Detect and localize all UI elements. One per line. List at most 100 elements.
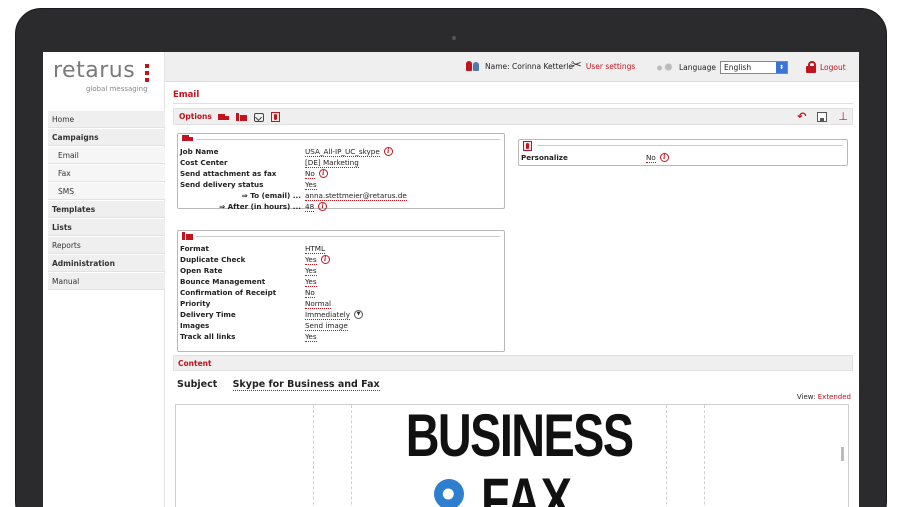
setting-label: Format bbox=[180, 244, 209, 253]
setting-label: Send attachment as fax bbox=[180, 169, 277, 178]
logo-text: retarus bbox=[53, 58, 136, 83]
sidebar-item-sms[interactable]: SMS bbox=[48, 183, 165, 200]
language-label: Language bbox=[679, 63, 717, 72]
info-icon[interactable]: i bbox=[320, 255, 330, 264]
setting-row: Bounce Management Yes bbox=[180, 276, 500, 287]
setting-label: Priority bbox=[180, 299, 211, 308]
email-preview[interactable]: BUSINESS FAX bbox=[175, 404, 849, 507]
setting-label: Send delivery status bbox=[180, 180, 264, 189]
setting-value[interactable]: Yes bbox=[305, 332, 317, 342]
camera-dot bbox=[452, 36, 456, 40]
setting-label: Job Name bbox=[180, 147, 219, 156]
job-settings-box: Job Name USA_All-IP_UC_skype i Cost Center [… bbox=[177, 133, 505, 212]
fax-icon[interactable] bbox=[236, 113, 247, 121]
sidebar: retarus global messaging Home Campaigns Em… bbox=[43, 52, 165, 507]
info-icon[interactable]: i bbox=[318, 169, 328, 178]
undo-icon[interactable]: ↶ bbox=[797, 111, 806, 122]
content-label[interactable]: Content bbox=[178, 359, 212, 368]
dropdown-icon[interactable]: ▼ bbox=[354, 310, 363, 319]
setting-label: ⇒ To (email) ... bbox=[241, 191, 301, 200]
globe-icon bbox=[653, 62, 675, 73]
tools-icon: ✂ bbox=[571, 58, 582, 73]
location-pin-icon bbox=[427, 472, 471, 507]
setting-value[interactable]: Yes bbox=[305, 266, 317, 276]
language-select[interactable]: English ⬍ bbox=[720, 61, 789, 74]
scrollbar-thumb[interactable] bbox=[841, 447, 844, 461]
setting-value[interactable]: USA_All-IP_UC_skype bbox=[305, 147, 380, 157]
logo-dots bbox=[145, 64, 150, 85]
subject-line: Subject Skype for Business and Fax bbox=[177, 379, 380, 391]
page-title: Email bbox=[173, 90, 853, 104]
view-value[interactable]: Extended bbox=[818, 393, 851, 401]
setting-row: Duplicate Check Yes i bbox=[180, 254, 500, 265]
setting-value[interactable]: Normal bbox=[305, 299, 332, 309]
setting-value[interactable]: Yes bbox=[305, 255, 317, 265]
pin-icon[interactable]: ⊥ bbox=[838, 111, 848, 122]
view-toggle: View: Extended bbox=[797, 393, 851, 401]
setting-label: Confirmation of Receipt bbox=[180, 288, 277, 297]
setting-label: ⇒ After (in hours) ... bbox=[219, 202, 301, 211]
preview-headline-2: FAX bbox=[481, 466, 573, 507]
open-mail-icon[interactable] bbox=[254, 112, 264, 122]
setting-row: Priority Normal bbox=[180, 298, 500, 309]
setting-row: Send attachment as fax No i bbox=[180, 168, 500, 179]
sidebar-item-reports[interactable]: Reports bbox=[48, 237, 165, 254]
info-icon[interactable]: i bbox=[318, 202, 328, 211]
language-value: English bbox=[724, 63, 752, 72]
info-icon[interactable]: i bbox=[383, 147, 393, 156]
sidebar-nav: Home Campaigns Email Fax SMS Templates Lists Re… bbox=[48, 111, 165, 291]
save-icon[interactable] bbox=[817, 112, 828, 122]
personalize-icon[interactable] bbox=[271, 112, 280, 122]
setting-value[interactable]: No bbox=[305, 169, 315, 179]
subject-value[interactable]: Skype for Business and Fax bbox=[232, 379, 380, 391]
setting-row: Send delivery status Yes bbox=[180, 179, 500, 190]
setting-row: ⇒ To (email) ... anna.stettmeier@retarus.… bbox=[180, 190, 500, 201]
setting-label: Track all links bbox=[180, 332, 236, 341]
user-name: Name: Corinna Ketterle bbox=[485, 61, 573, 71]
sidebar-item-manual[interactable]: Manual bbox=[48, 273, 165, 290]
user-name-group: Name: Corinna Ketterle bbox=[465, 61, 573, 71]
logo-subtitle: global messaging bbox=[86, 85, 148, 93]
setting-value[interactable]: Send image bbox=[305, 321, 348, 331]
preview-headline: BUSINESS bbox=[405, 404, 634, 469]
sidebar-item-campaigns[interactable]: Campaigns bbox=[48, 129, 165, 146]
content-bar: Content bbox=[173, 355, 853, 371]
subject-label: Subject bbox=[177, 379, 218, 390]
personalize-value[interactable]: No bbox=[646, 153, 656, 163]
setting-row: ⇒ After (in hours) ... 48 i bbox=[180, 201, 500, 212]
sidebar-item-home[interactable]: Home bbox=[48, 111, 165, 128]
setting-value[interactable]: Yes bbox=[305, 180, 317, 190]
setting-label: Images bbox=[180, 321, 210, 330]
language-group: Language English ⬍ bbox=[653, 61, 789, 74]
setting-value[interactable]: No bbox=[305, 288, 315, 298]
info-icon[interactable]: i bbox=[659, 153, 669, 162]
setting-value[interactable]: anna.stettmeier@retarus.de bbox=[305, 191, 407, 201]
options-bar: Options ↶ ⊥ bbox=[173, 108, 853, 125]
setting-value[interactable]: HTML bbox=[305, 244, 326, 254]
setting-value[interactable]: [DE] Marketing bbox=[305, 158, 359, 168]
retarus-logo[interactable]: retarus global messaging bbox=[53, 58, 153, 93]
delivery-icon[interactable] bbox=[218, 113, 229, 121]
lock-icon bbox=[806, 61, 816, 73]
user-settings-link[interactable]: ✂ User settings bbox=[571, 58, 635, 73]
delivery-icon bbox=[182, 135, 193, 142]
setting-row: Open Rate Yes bbox=[180, 265, 500, 276]
sidebar-item-administration[interactable]: Administration bbox=[48, 255, 165, 272]
sidebar-item-templates[interactable]: Templates bbox=[48, 201, 165, 218]
setting-label: Duplicate Check bbox=[180, 255, 246, 264]
setting-value[interactable]: Yes bbox=[305, 277, 317, 287]
setting-value[interactable]: 48 bbox=[305, 202, 315, 212]
setting-value[interactable]: Immediately bbox=[305, 310, 350, 320]
setting-row: Format HTML bbox=[180, 243, 500, 254]
setting-label: Cost Center bbox=[180, 158, 228, 167]
options-label[interactable]: Options bbox=[179, 112, 212, 121]
sidebar-item-lists[interactable]: Lists bbox=[48, 219, 165, 236]
setting-row: Delivery Time Immediately ▼ bbox=[180, 309, 500, 320]
sidebar-item-email[interactable]: Email bbox=[48, 147, 165, 164]
column-guide bbox=[666, 405, 667, 507]
fax-icon bbox=[182, 232, 193, 240]
column-guide bbox=[351, 405, 352, 507]
sidebar-item-fax[interactable]: Fax bbox=[48, 165, 165, 182]
setting-label: Open Rate bbox=[180, 266, 223, 275]
logout-link[interactable]: Logout bbox=[806, 61, 846, 73]
